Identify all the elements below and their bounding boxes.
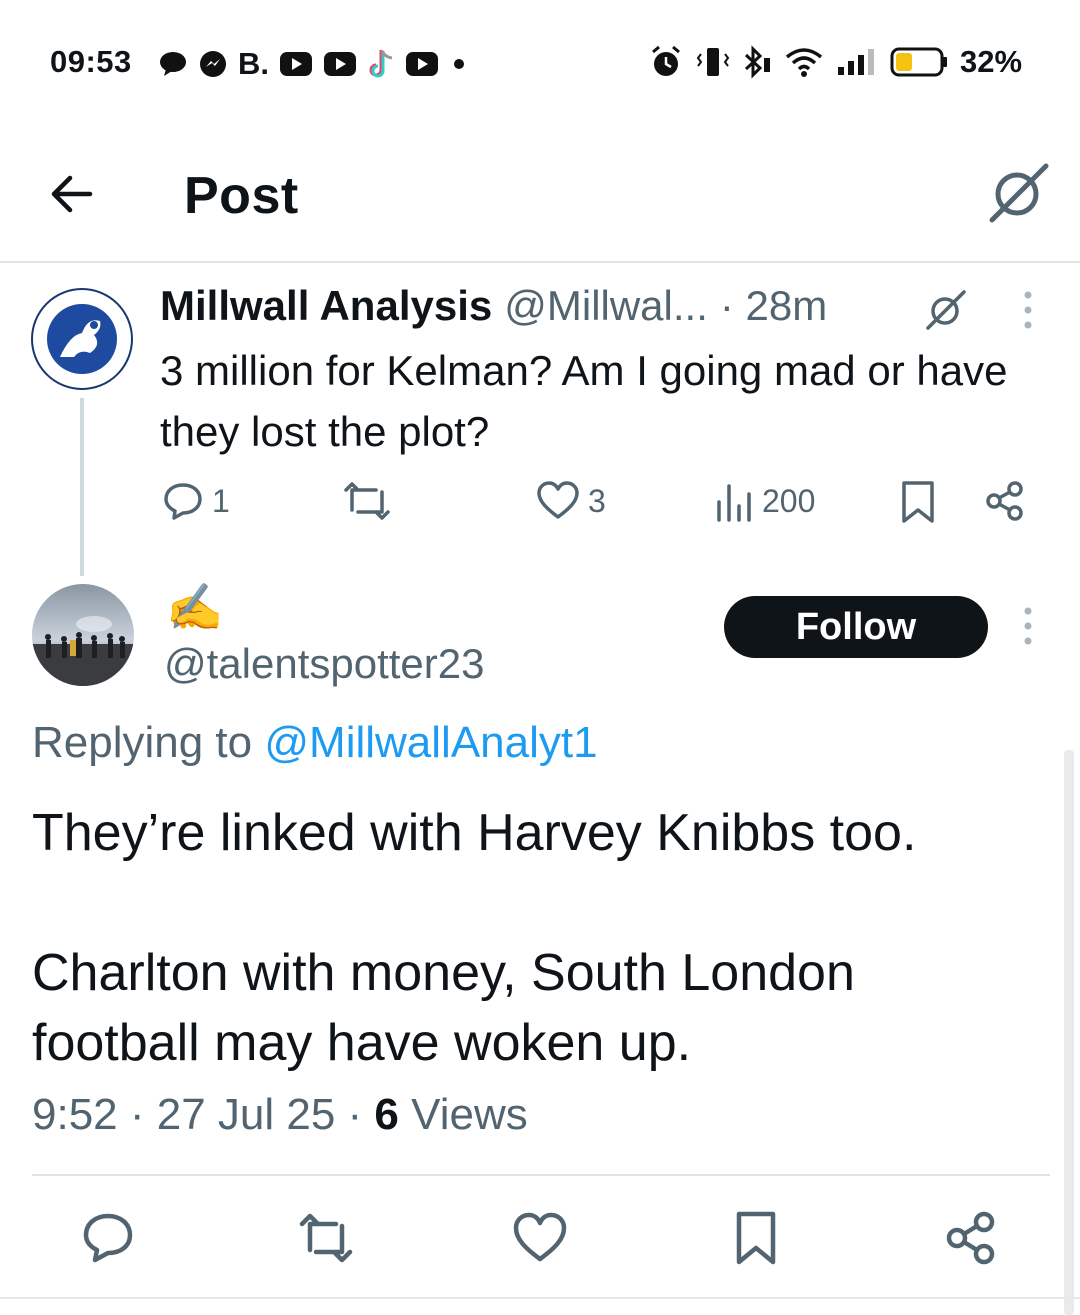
- grok-button-small[interactable]: [924, 288, 968, 332]
- back-button[interactable]: [46, 168, 98, 220]
- parent-timestamp: · 28m: [719, 282, 828, 329]
- heart-icon: [513, 1212, 567, 1262]
- views-action[interactable]: 200: [714, 480, 815, 522]
- more-options-button[interactable]: [1020, 606, 1036, 646]
- like-count: 3: [588, 482, 606, 519]
- share-action[interactable]: [984, 480, 1026, 522]
- reply-author-name[interactable]: ✍️: [166, 580, 223, 635]
- bookmark-action[interactable]: [898, 480, 938, 524]
- tiktok-icon: [369, 50, 393, 78]
- repost-icon: [344, 482, 390, 520]
- reply-action[interactable]: 1: [162, 480, 230, 522]
- replying-prefix: Replying to: [32, 718, 253, 767]
- repost-button[interactable]: [296, 1210, 356, 1266]
- actions-divider: [32, 1174, 1050, 1176]
- like-action[interactable]: 3: [536, 480, 606, 522]
- vibrate-icon: [696, 48, 730, 76]
- more-options-button[interactable]: [1020, 290, 1036, 330]
- scrollbar[interactable]: [1064, 750, 1074, 1315]
- arrow-left-icon: [51, 175, 93, 213]
- user-photo-icon: [32, 584, 134, 686]
- b-icon: B.: [238, 46, 269, 81]
- avatar[interactable]: [32, 584, 134, 686]
- replying-mention-link[interactable]: @MillwallAnalyt1: [264, 718, 597, 767]
- parent-tweet-text: 3 million for Kelman? Am I going mad or …: [160, 347, 1008, 455]
- bookmark-icon: [902, 481, 934, 523]
- grok-icon: [989, 163, 1049, 223]
- bottom-divider: [0, 1297, 1080, 1299]
- grok-button[interactable]: [986, 160, 1052, 226]
- more-vertical-icon: [1024, 607, 1032, 645]
- reply-icon: [83, 1213, 133, 1263]
- reply-icon: [164, 483, 202, 520]
- replying-to: Replying to @MillwallAnalyt1: [32, 718, 598, 768]
- message-icon: [160, 52, 186, 76]
- battery-percent: 32%: [960, 44, 1023, 79]
- share-button[interactable]: [944, 1210, 1000, 1266]
- parent-tweet-header: Millwall Analysis @Millwal... · 28m: [160, 282, 827, 330]
- reply-button[interactable]: [80, 1210, 136, 1266]
- reply-author-handle[interactable]: @talentspotter23: [164, 640, 485, 688]
- wifi-icon: [785, 48, 823, 77]
- youtube-icon: [280, 52, 312, 76]
- bluetooth-icon: [744, 45, 770, 79]
- follow-button[interactable]: Follow: [724, 596, 988, 658]
- parent-author-handle[interactable]: @Millwal...: [504, 282, 708, 330]
- heart-icon: [537, 481, 579, 519]
- messenger-icon: [200, 51, 226, 77]
- views-icon: [717, 484, 751, 522]
- header-divider: [0, 261, 1080, 263]
- club-crest-icon: [31, 288, 133, 390]
- status-time: 09:53: [50, 44, 132, 79]
- repost-action[interactable]: [340, 480, 394, 522]
- like-button[interactable]: [512, 1210, 568, 1266]
- bookmark-button[interactable]: [734, 1210, 790, 1266]
- dot-icon: [454, 59, 464, 69]
- signal-icon: [838, 49, 874, 75]
- status-right-icons: 32%: [648, 44, 1022, 80]
- view-count: 200: [762, 482, 816, 519]
- bookmark-icon: [736, 1211, 776, 1265]
- share-icon: [986, 481, 1023, 521]
- reply-tweet-text: They’re linked with Harvey Knibbs too. C…: [32, 804, 917, 1072]
- youtube-icon: [324, 52, 356, 76]
- grok-icon: [926, 290, 966, 330]
- avatar[interactable]: [30, 287, 134, 391]
- more-vertical-icon: [1024, 291, 1032, 329]
- page-title: Post: [184, 167, 299, 225]
- youtube-icon: [406, 52, 438, 76]
- repost-icon: [299, 1213, 353, 1263]
- thread-line: [80, 398, 84, 576]
- parent-author-name[interactable]: Millwall Analysis: [160, 282, 492, 330]
- reply-count: 1: [212, 482, 230, 519]
- views-count[interactable]: 6: [374, 1090, 398, 1139]
- battery-icon: [890, 47, 947, 77]
- alarm-icon: [652, 45, 680, 76]
- tweet-timestamp: 9:52 · 27 Jul 25 ·: [32, 1090, 375, 1139]
- tweet-meta: 9:52 · 27 Jul 25 · 6 Views: [32, 1090, 528, 1140]
- share-icon: [946, 1211, 995, 1265]
- views-label[interactable]: Views: [411, 1090, 528, 1139]
- status-left-icons: B.: [158, 46, 469, 82]
